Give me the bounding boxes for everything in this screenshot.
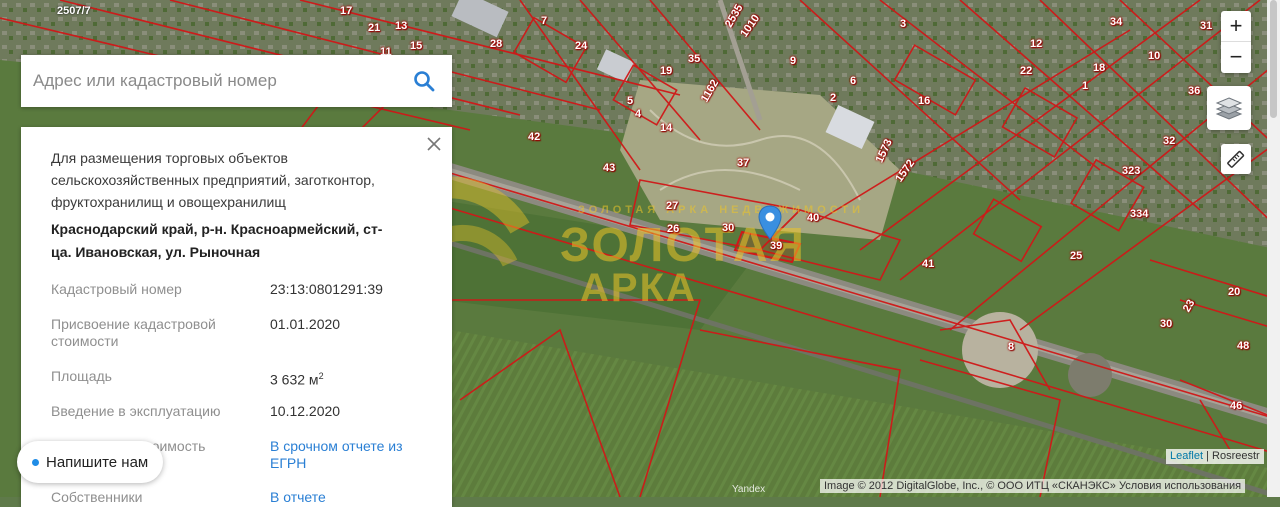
plot-label[interactable]: 42 — [528, 131, 540, 143]
area-value: 3 632 м2 — [270, 368, 420, 389]
plot-label[interactable]: 30 — [722, 222, 734, 234]
plot-label[interactable]: 2 — [830, 92, 836, 104]
area-unit-sup: 2 — [318, 371, 324, 381]
plot-label[interactable]: 13 — [395, 20, 407, 32]
area-number: 3 632 м — [270, 371, 319, 388]
plot-label[interactable]: 6 — [850, 75, 856, 87]
plot-label[interactable]: 1 — [1082, 80, 1088, 92]
layers-button[interactable] — [1207, 86, 1251, 130]
parcel-address: Краснодарский край, р-н. Красноармейский… — [51, 221, 383, 260]
imagery-credit: Image © 2012 DigitalGlobe, Inc., © ООО И… — [824, 480, 1116, 492]
commissioning-value: 10.12.2020 — [270, 403, 341, 419]
plot-label[interactable]: 10 — [1148, 50, 1160, 62]
plot-label[interactable]: 7 — [541, 15, 547, 27]
map-pin-icon[interactable] — [757, 205, 783, 241]
watermark-line2: АРКА — [580, 266, 697, 310]
plot-label[interactable]: 46 — [1230, 400, 1242, 412]
plot-label[interactable]: 3 — [900, 18, 906, 30]
leaflet-attribution: Leaflet | Rosreestr — [1166, 449, 1264, 464]
plot-label[interactable]: 36 — [1188, 85, 1200, 97]
plot-label[interactable]: 15 — [410, 40, 422, 52]
owners-link[interactable]: В отчете — [270, 489, 420, 506]
zoom-control: + − — [1221, 11, 1251, 73]
plot-label[interactable]: 9 — [790, 55, 796, 67]
plot-label[interactable]: 48 — [1237, 340, 1249, 352]
plot-label[interactable]: 26 — [667, 223, 679, 235]
plot-label[interactable]: 32 — [1163, 135, 1175, 147]
leaflet-link[interactable]: Leaflet — [1170, 450, 1203, 462]
zoom-in-button[interactable]: + — [1221, 11, 1251, 41]
chat-dot-icon — [32, 458, 39, 466]
cadastral-number-value: 23:13:0801291:39 — [270, 281, 383, 297]
plot-label[interactable]: 14 — [660, 122, 672, 134]
plot-label[interactable]: 17 — [340, 5, 352, 17]
close-button[interactable] — [426, 136, 442, 152]
imagery-attribution: Image © 2012 DigitalGlobe, Inc., © ООО И… — [820, 479, 1246, 493]
chat-button[interactable]: Напишите нам — [17, 441, 163, 483]
plot-label[interactable]: 35 — [688, 53, 700, 65]
terms-link[interactable]: Условия использования — [1119, 480, 1241, 492]
ruler-icon — [1227, 150, 1245, 168]
plot-label[interactable]: 334 — [1130, 208, 1148, 220]
plot-label[interactable]: 43 — [603, 162, 615, 174]
valuation-date-value: 01.01.2020 — [270, 316, 341, 332]
chat-label: Напишите нам — [46, 453, 149, 471]
rosreestr-label: Rosreestr — [1212, 450, 1260, 462]
close-icon — [427, 137, 441, 151]
plot-label[interactable]: 8 — [1008, 341, 1014, 353]
row-key: Площадь — [51, 368, 112, 384]
plot-label[interactable]: 25 — [1070, 250, 1082, 262]
plot-label[interactable]: 28 — [490, 38, 502, 50]
watermark-small: ЗОЛОТАЯ АРКА НЕДВИЖИМОСТИ — [578, 204, 865, 216]
plot-label[interactable]: 24 — [575, 40, 587, 52]
row-key: Кадастровый номер — [51, 281, 182, 297]
plot-label[interactable]: 323 — [1122, 165, 1140, 177]
plot-label[interactable]: 4 — [635, 108, 641, 120]
plot-label[interactable]: 41 — [922, 258, 934, 270]
page-scrollbar[interactable] — [1267, 0, 1280, 497]
plot-label[interactable]: 39 — [770, 240, 782, 252]
scrollbar-thumb[interactable] — [1270, 0, 1277, 118]
plot-label[interactable]: 30 — [1160, 318, 1172, 330]
zoom-out-button[interactable]: − — [1221, 42, 1251, 72]
search-box — [21, 55, 452, 107]
plot-label[interactable]: 19 — [660, 65, 672, 77]
search-input[interactable] — [21, 57, 396, 105]
plot-label[interactable]: 22 — [1020, 65, 1032, 77]
plot-label[interactable]: 34 — [1110, 16, 1122, 28]
parcel-purpose: Для размещения торговых объектов сельско… — [51, 150, 375, 210]
plot-label[interactable]: 27 — [666, 200, 678, 212]
plot-label[interactable]: 12 — [1030, 38, 1042, 50]
plot-label[interactable]: 37 — [737, 157, 749, 169]
row-key: Присвоение кадастровой стоимости — [51, 316, 216, 349]
search-button[interactable] — [396, 55, 452, 107]
attribution-separator: | — [1203, 450, 1213, 462]
ruler-button[interactable] — [1221, 144, 1251, 174]
row-key: Введение в эксплуатацию — [51, 403, 221, 419]
plot-label[interactable]: 40 — [807, 212, 819, 224]
plot-label[interactable]: 18 — [1093, 62, 1105, 74]
map-label: 2507/7 — [57, 5, 91, 17]
layers-icon — [1215, 97, 1243, 120]
plot-label[interactable]: 21 — [368, 22, 380, 34]
yandex-mark: Yandex — [732, 484, 766, 495]
plot-label[interactable]: 5 — [627, 95, 633, 107]
cadastral-value-link[interactable]: В срочном отчете из ЕГРН — [270, 438, 420, 472]
plot-label[interactable]: 20 — [1228, 286, 1240, 298]
search-icon — [414, 71, 435, 92]
row-key: Собственники — [51, 489, 143, 505]
plot-label[interactable]: 16 — [918, 95, 930, 107]
plot-label[interactable]: 31 — [1200, 20, 1212, 32]
